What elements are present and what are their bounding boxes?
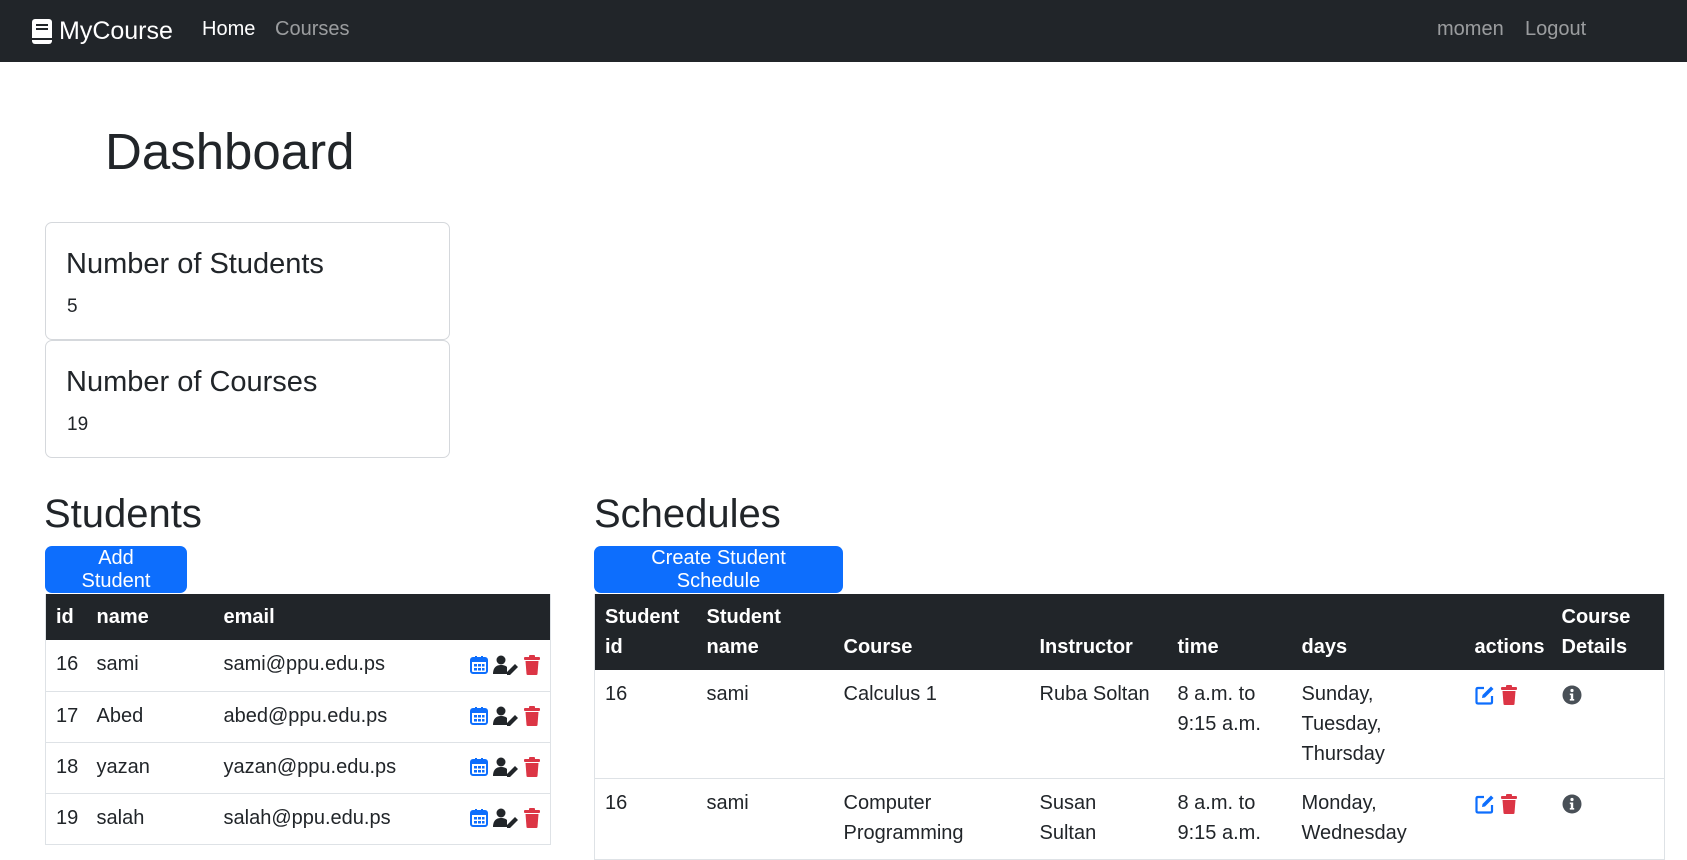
table-header-row: Student id Student name Course Instructo… (594, 594, 1665, 670)
trash-icon[interactable] (523, 706, 541, 727)
info-icon[interactable] (1562, 794, 1582, 814)
card-title: Number of Courses (66, 366, 318, 398)
column-header: id (45, 594, 87, 640)
schedule-time: 8 a.m. to 9:15 a.m. (1167, 670, 1292, 779)
calendar-icon[interactable] (469, 808, 489, 828)
schedules-table: Student id Student name Course Instructo… (594, 594, 1665, 860)
schedule-course: Computer Programming (833, 778, 1030, 860)
user-edit-icon[interactable] (492, 706, 519, 727)
schedule-student-id: 16 (594, 670, 697, 779)
trash-icon[interactable] (523, 757, 541, 778)
column-header: time (1167, 594, 1292, 670)
students-title: Students (44, 492, 202, 536)
student-name: salah (86, 793, 214, 845)
student-email: abed@ppu.edu.ps (213, 691, 459, 743)
row-actions (1464, 670, 1552, 779)
brand-label: MyCourse (59, 16, 173, 45)
row-actions (1464, 778, 1552, 860)
schedule-student-id: 16 (594, 778, 697, 860)
column-header: actions (1464, 594, 1552, 670)
schedule-instructor: Susan Sultan (1029, 778, 1168, 860)
add-student-button[interactable]: Add Student (45, 546, 187, 593)
schedule-days: Monday, Wednesday (1291, 778, 1465, 860)
column-header: days (1291, 594, 1465, 670)
student-email: yazan@ppu.edu.ps (213, 742, 459, 794)
edit-icon[interactable] (1474, 685, 1495, 705)
card-value: 19 (67, 414, 89, 435)
student-id: 17 (45, 691, 87, 743)
students-count-card: Number of Students 5 (45, 222, 450, 340)
schedule-student-name: sami (696, 778, 834, 860)
card-value: 5 (67, 296, 78, 317)
student-name: Abed (86, 691, 214, 743)
schedule-instructor: Ruba Soltan (1029, 670, 1168, 779)
column-header: Course (833, 594, 1030, 670)
create-schedule-button[interactable]: Create Student Schedule (594, 546, 843, 593)
column-header: email (213, 594, 459, 640)
nav-courses-link[interactable]: Courses (275, 17, 349, 41)
student-id: 16 (45, 640, 87, 692)
book-icon (32, 18, 52, 44)
table-row: 16 sami sami@ppu.edu.ps (45, 640, 551, 692)
courses-count-card: Number of Courses 19 (45, 340, 450, 458)
user-edit-icon[interactable] (492, 757, 519, 778)
schedules-title: Schedules (594, 492, 781, 536)
column-header: Instructor (1029, 594, 1168, 670)
table-row: 19 salah salah@ppu.edu.ps (45, 793, 551, 845)
calendar-icon[interactable] (469, 706, 489, 726)
column-header (458, 594, 551, 640)
row-actions (458, 742, 551, 794)
card-title: Number of Students (66, 248, 324, 280)
info-icon[interactable] (1562, 685, 1582, 705)
course-details-cell (1551, 778, 1665, 860)
column-header: name (86, 594, 214, 640)
table-row: 18 yazan yazan@ppu.edu.ps (45, 742, 551, 794)
trash-icon[interactable] (1500, 793, 1518, 814)
calendar-icon[interactable] (469, 757, 489, 777)
brand-link[interactable]: MyCourse (32, 14, 173, 48)
student-email: sami@ppu.edu.ps (213, 640, 459, 692)
trash-icon[interactable] (523, 654, 541, 675)
course-details-cell (1551, 670, 1665, 779)
nav-home-link[interactable]: Home (202, 17, 255, 41)
table-row: 16 sami Calculus 1 Ruba Soltan 8 a.m. to… (594, 670, 1665, 779)
nav-logout-link[interactable]: Logout (1525, 17, 1586, 41)
student-id: 19 (45, 793, 87, 845)
user-edit-icon[interactable] (492, 655, 519, 675)
column-header: Student name (696, 594, 834, 670)
row-actions (458, 691, 551, 743)
student-name: sami (86, 640, 214, 692)
table-header-row: id name email (45, 594, 551, 640)
schedule-course: Calculus 1 (833, 670, 1030, 779)
table-row: 16 sami Computer Programming Susan Sulta… (594, 778, 1665, 860)
student-id: 18 (45, 742, 87, 794)
edit-icon[interactable] (1474, 794, 1495, 814)
navbar: MyCourse Home Courses momen Logout (0, 0, 1687, 62)
schedule-time: 8 a.m. to 9:15 a.m. (1167, 778, 1292, 860)
trash-icon[interactable] (523, 808, 541, 829)
students-table: id name email 16 sami sami@ppu.edu.ps 17… (45, 594, 551, 845)
page-title: Dashboard (105, 123, 355, 180)
column-header: Student id (594, 594, 697, 670)
table-row: 17 Abed abed@ppu.edu.ps (45, 691, 551, 743)
row-actions (458, 793, 551, 845)
row-actions (458, 640, 551, 692)
student-email: salah@ppu.edu.ps (213, 793, 459, 845)
column-header: Course Details (1551, 594, 1665, 670)
student-name: yazan (86, 742, 214, 794)
nav-user-link[interactable]: momen (1437, 17, 1504, 41)
trash-icon[interactable] (1500, 684, 1518, 705)
calendar-icon[interactable] (469, 655, 489, 675)
user-edit-icon[interactable] (492, 808, 519, 829)
schedule-days: Sunday, Tuesday, Thursday (1291, 670, 1465, 779)
schedule-student-name: sami (696, 670, 834, 779)
